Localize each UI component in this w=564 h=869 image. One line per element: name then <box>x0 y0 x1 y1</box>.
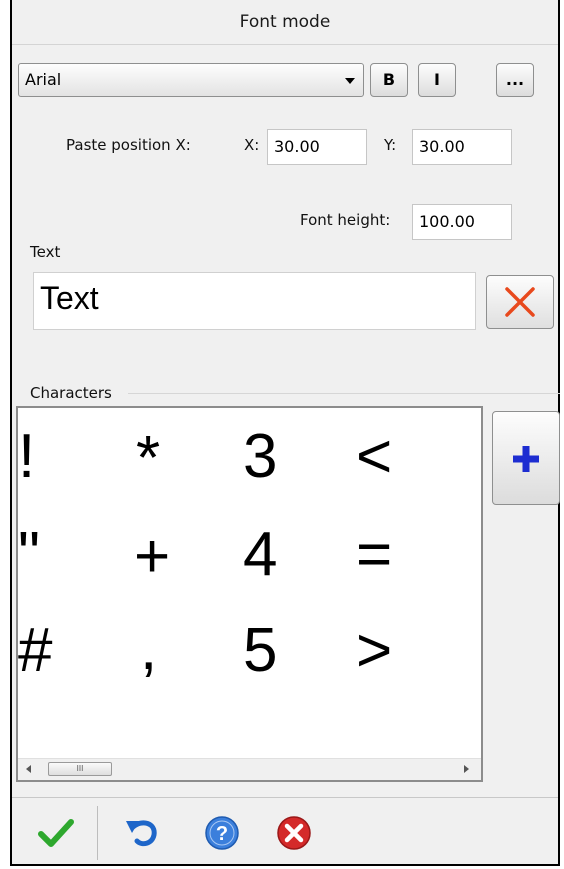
cancel-icon <box>277 816 311 850</box>
add-character-button[interactable] <box>492 411 560 505</box>
glyph-cell[interactable]: > <box>356 620 392 682</box>
ok-button[interactable] <box>36 813 76 853</box>
scroll-left-icon[interactable] <box>26 765 31 773</box>
y-label: Y: <box>384 136 397 154</box>
footer-divider <box>12 797 558 798</box>
help-button[interactable]: ? <box>202 813 242 853</box>
glyph-cell[interactable]: 5 <box>243 620 277 682</box>
glyph-cell[interactable]: < <box>356 426 392 488</box>
section-divider <box>128 393 560 394</box>
undo-icon <box>126 820 157 847</box>
font-family-value: Arial <box>25 70 62 89</box>
font-family-select[interactable]: Arial <box>18 63 364 97</box>
glyph-cell[interactable]: * <box>136 428 160 490</box>
cancel-button[interactable] <box>274 813 314 853</box>
scroll-right-icon[interactable] <box>464 765 469 773</box>
italic-button[interactable]: I <box>418 63 456 97</box>
close-icon <box>505 287 535 317</box>
glyph-cell[interactable]: " <box>18 524 40 586</box>
clear-text-button[interactable] <box>486 275 554 329</box>
glyph-cell[interactable]: # <box>18 620 52 682</box>
footer-separator <box>97 806 98 860</box>
font-height-input[interactable]: 100.00 <box>412 204 512 240</box>
glyph-cell[interactable]: + <box>134 526 170 588</box>
paste-position-label: Paste position X: <box>66 136 191 154</box>
y-position-input[interactable]: 30.00 <box>412 129 512 165</box>
glyph-cell[interactable]: ! <box>18 426 35 488</box>
glyph-cell[interactable]: , <box>140 618 157 680</box>
svg-text:?: ? <box>216 823 228 845</box>
x-position-input[interactable]: 30.00 <box>267 129 367 165</box>
x-label: X: <box>244 136 260 154</box>
characters-section-label: Characters <box>30 384 112 402</box>
font-height-label: Font height: <box>300 211 391 229</box>
plus-icon <box>513 446 539 472</box>
more-fonts-button[interactable]: ... <box>496 63 534 97</box>
horizontal-scrollbar[interactable]: III <box>18 758 481 780</box>
bold-button[interactable]: B <box>370 63 408 97</box>
chevron-down-icon <box>345 78 355 84</box>
checkmark-icon <box>38 819 74 847</box>
glyph-cell[interactable]: = <box>356 524 392 586</box>
dialog-titlebar: Font mode <box>12 0 558 45</box>
help-icon: ? <box>205 816 239 850</box>
glyph-cell[interactable]: 4 <box>243 524 277 586</box>
undo-button[interactable] <box>122 813 162 853</box>
font-mode-dialog: Font mode Arial B I ... Paste position X… <box>10 0 560 866</box>
text-section-label: Text <box>30 243 61 261</box>
glyph-cell[interactable]: 3 <box>243 426 277 488</box>
dialog-title: Font mode <box>239 12 331 32</box>
character-grid[interactable]: ! " # * + , 3 4 5 < = > III <box>16 406 483 782</box>
scroll-thumb[interactable]: III <box>48 762 112 776</box>
text-input[interactable]: Text <box>33 272 476 330</box>
